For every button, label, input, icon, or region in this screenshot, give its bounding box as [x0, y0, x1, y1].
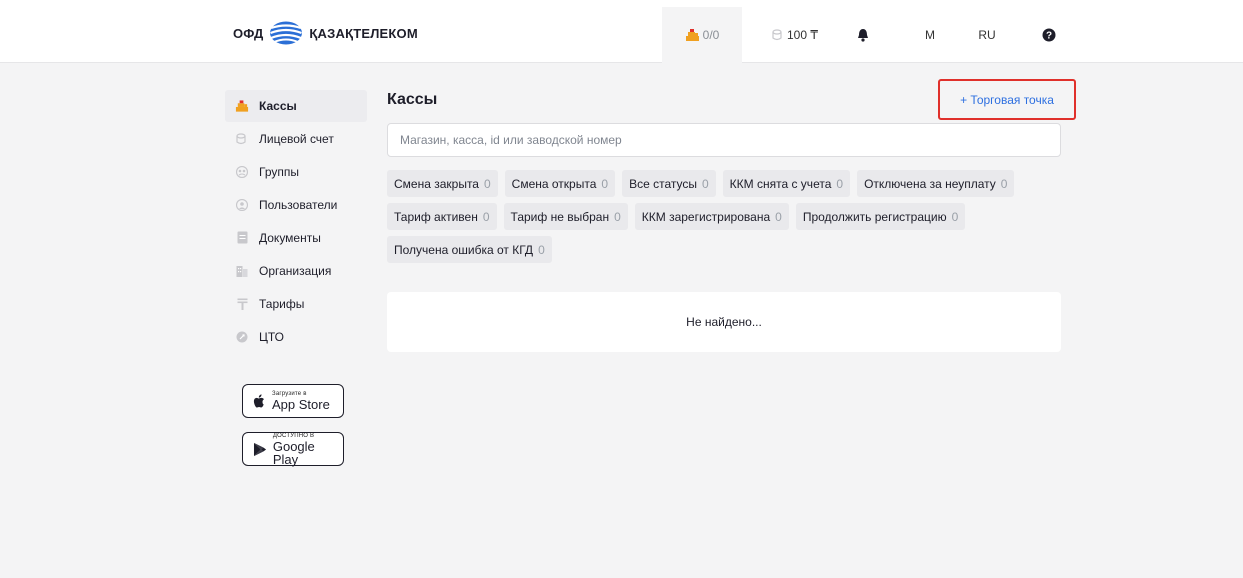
sidebar-item-service-center[interactable]: ЦТО [225, 320, 367, 353]
search-input[interactable] [387, 123, 1061, 157]
balance-indicator[interactable]: 100 ₸ [760, 7, 830, 63]
group-icon [235, 165, 249, 179]
filter-count: 0 [538, 242, 545, 257]
sidebar-item-account[interactable]: Лицевой счет [225, 122, 367, 155]
status-filters: Смена закрыта 0 Смена открыта 0 Все стат… [387, 170, 1067, 263]
help-icon: ? [1042, 28, 1056, 42]
filter-count: 0 [601, 176, 609, 191]
google-play-label: Google Play [272, 438, 315, 467]
kazakhtelecom-globe-icon [270, 21, 303, 45]
document-icon [235, 231, 249, 245]
add-trade-point-button[interactable]: + Торговая точка [938, 79, 1076, 120]
top-header: ОФД ҚАЗАҚТЕЛЕКОМ 0/0 100 ₸ M RU ? [0, 0, 1243, 63]
app-store-label: App Store [272, 397, 330, 412]
sidebar-item-label: Группы [259, 164, 299, 179]
filter-continue-registration[interactable]: Продолжить регистрацию 0 [795, 203, 966, 230]
sidebar-item-organization[interactable]: Организация [225, 254, 367, 287]
filter-count: 0 [483, 176, 491, 191]
sidebar-item-tariffs[interactable]: Тарифы [225, 287, 367, 320]
filter-count: 0 [614, 209, 621, 224]
sidebar-item-label: Кассы [259, 99, 297, 113]
sidebar-item-label: ЦТО [259, 329, 285, 344]
sidebar-item-cash-registers[interactable]: Кассы [225, 90, 367, 122]
cash-count: 0/0 [702, 28, 720, 42]
language-switcher[interactable]: RU [972, 7, 1002, 63]
filter-label: ККМ снята с учета [729, 176, 832, 191]
building-icon [235, 264, 249, 278]
logo-kazakhtelecom-text: ҚАЗАҚТЕЛЕКОМ [309, 25, 418, 41]
filter-label: Тариф активен [394, 209, 478, 224]
page-title: Кассы [387, 91, 438, 108]
filter-label: Отключена за неуплату [864, 176, 996, 191]
filter-label: Все статусы [629, 176, 697, 191]
logo-ofd-text: ОФД [233, 25, 264, 41]
filter-shift-open[interactable]: Смена открыта 0 [504, 170, 616, 197]
cash-register-icon [685, 28, 699, 41]
filter-all-statuses[interactable]: Все статусы 0 [622, 170, 716, 197]
results-panel: Не найдено... [387, 292, 1061, 352]
sidebar-item-label: Лицевой счет [259, 131, 334, 146]
filter-tariff-not-selected[interactable]: Тариф не выбран 0 [503, 203, 628, 230]
sidebar-item-label: Пользователи [259, 197, 338, 212]
filter-label: ККМ зарегистрирована [641, 209, 771, 224]
app-store-badge[interactable]: Загрузите в App Store [242, 384, 344, 418]
sidebar-item-users[interactable]: Пользователи [225, 188, 367, 221]
filter-label: Смена открыта [511, 176, 597, 191]
coins-icon [235, 132, 249, 146]
filter-kgd-error[interactable]: Получена ошибка от КГД 0 [387, 236, 552, 263]
notifications-button[interactable] [846, 7, 880, 63]
filter-shift-closed[interactable]: Смена закрыта 0 [387, 170, 498, 197]
filter-kkm-registered[interactable]: ККМ зарегистрирована 0 [634, 203, 789, 230]
filter-count: 0 [701, 176, 709, 191]
filter-label: Тариф не выбран [510, 209, 610, 224]
tariff-icon [235, 297, 249, 311]
filter-count: 0 [1000, 176, 1008, 191]
sidebar-item-groups[interactable]: Группы [225, 155, 367, 188]
user-initial: M [925, 28, 935, 42]
filter-count: 0 [482, 209, 490, 224]
user-icon [235, 198, 249, 212]
filter-count: 0 [836, 176, 844, 191]
service-center-icon [235, 330, 249, 344]
google-play-icon [253, 442, 267, 456]
balance-value: 100 ₸ [787, 28, 818, 42]
cash-register-icon [235, 99, 249, 113]
google-play-badge[interactable]: ДОСТУПНО В Google Play [242, 432, 344, 466]
bell-icon [858, 29, 868, 42]
filter-tariff-active[interactable]: Тариф активен 0 [387, 203, 497, 230]
svg-text:?: ? [1046, 31, 1052, 42]
filter-disabled-nonpayment[interactable]: Отключена за неуплату 0 [857, 170, 1015, 197]
filter-label: Смена закрыта [394, 176, 479, 191]
sidebar-item-label: Организация [259, 263, 332, 278]
cash-registers-counter[interactable]: 0/0 [662, 7, 742, 63]
coins-icon [772, 29, 782, 41]
sidebar-item-label: Документы [259, 230, 321, 245]
apple-icon [253, 393, 264, 407]
filter-kkm-deregistered[interactable]: ККМ снята с учета 0 [722, 170, 851, 197]
user-menu-button[interactable]: M [915, 7, 945, 63]
language-label: RU [978, 28, 996, 42]
google-play-caption: ДОСТУПНО В [272, 432, 315, 439]
filter-label: Получена ошибка от КГД [394, 242, 534, 257]
empty-results-text: Не найдено... [686, 315, 762, 329]
filter-count: 0 [951, 209, 959, 224]
filter-label: Продолжить регистрацию [802, 209, 947, 224]
help-button[interactable]: ? [1034, 7, 1064, 63]
sidebar-item-label: Тарифы [259, 296, 305, 311]
sidebar-nav: Кассы Лицевой счет Группы Пользователи Д… [225, 90, 367, 466]
sidebar-item-documents[interactable]: Документы [225, 221, 367, 254]
brand-logo[interactable]: ОФД ҚАЗАҚТЕЛЕКОМ [233, 21, 418, 45]
filter-count: 0 [775, 209, 782, 224]
